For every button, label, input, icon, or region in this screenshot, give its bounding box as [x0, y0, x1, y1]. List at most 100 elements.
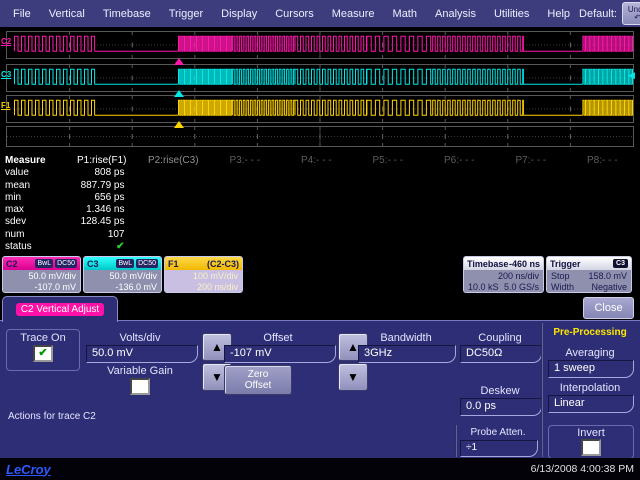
waveform-C2	[7, 32, 633, 58]
close-button[interactable]: Close	[583, 297, 634, 319]
averaging-label: Averaging	[546, 347, 634, 359]
trigger-time-marker-3[interactable]	[174, 121, 184, 128]
trigger-time-marker-2[interactable]	[174, 90, 184, 97]
measure-cell-p5-sdev	[352, 216, 424, 228]
tab-c2-vertical-adjust[interactable]: C2 Vertical Adjust	[2, 296, 118, 322]
f1-function: (C2-C3)	[207, 259, 239, 269]
measure-column-header-p8[interactable]: P8:- - -	[567, 155, 639, 167]
datetime-display: 6/13/2008 4:00:38 PM	[531, 463, 634, 475]
menu-bar: FileVerticalTimebaseTriggerDisplayCursor…	[0, 0, 640, 27]
measure-column-header-p6[interactable]: P6:- - -	[424, 155, 496, 167]
menu-item-help[interactable]: Help	[538, 8, 579, 20]
trace-label-f1: F1	[1, 101, 10, 110]
channel-descriptor-c3[interactable]: C3 BwL DC50 50.0 mV/div-136.0 mV	[83, 256, 162, 293]
measure-cell-p3-min	[209, 192, 281, 204]
oscilloscope-screen: FileVerticalTimebaseTriggerDisplayCursor…	[0, 0, 640, 480]
measure-cell-p5-status	[352, 241, 424, 253]
interpolation-field[interactable]: Linear	[548, 395, 634, 413]
menu-item-file[interactable]: File	[4, 8, 40, 20]
measure-cell-p4-mean	[281, 180, 353, 192]
measure-cell-p3-mean	[209, 180, 281, 192]
grid-strip-empty	[6, 126, 634, 147]
f1-id: F1	[168, 259, 179, 269]
offset-field[interactable]: -107 mV	[224, 345, 336, 363]
probe-atten-field[interactable]: ÷1	[460, 440, 538, 457]
measure-cell-p3-status	[209, 241, 281, 253]
measure-column-header-p5[interactable]: P5:- - -	[352, 155, 424, 167]
trigger-box[interactable]: Trigger C3 Stop158.0 mV WidthNegative	[546, 256, 632, 293]
c3-header: C3 BwL DC50	[84, 257, 161, 270]
measure-column-header-p1[interactable]: P1:rise(F1)	[66, 155, 138, 167]
coupling-label: Coupling	[458, 332, 542, 344]
menu-item-math[interactable]: Math	[384, 8, 426, 20]
menu-item-utilities[interactable]: Utilities	[485, 8, 538, 20]
preprocessing-title: Pre-Processing	[544, 327, 636, 338]
measure-row-label-status: status	[2, 241, 66, 253]
measure-cell-p1-mean: 887.79 ps	[66, 180, 138, 192]
variable-gain-checkbox[interactable]	[130, 378, 150, 395]
c3-bwl-badge: BwL	[116, 259, 134, 268]
measure-column-header-p4[interactable]: P4:- - -	[281, 155, 353, 167]
coupling-field[interactable]: DC50Ω	[460, 345, 542, 363]
undo-button[interactable]: Undo ↶	[622, 2, 640, 25]
menu-item-measure[interactable]: Measure	[323, 8, 384, 20]
measure-cell-p8-status	[567, 241, 639, 253]
trace-label-c3: C3	[1, 70, 11, 79]
measure-cell-p1-sdev: 128.45 ps	[66, 216, 138, 228]
measure-cell-p3-max	[209, 204, 281, 216]
measure-cell-p6-value	[424, 167, 496, 179]
c2-id: C2	[6, 259, 18, 269]
menu-item-analysis[interactable]: Analysis	[426, 8, 485, 20]
menu-item-timebase[interactable]: Timebase	[94, 8, 160, 20]
trace-label-c2: C2	[1, 37, 11, 46]
menu-item-vertical[interactable]: Vertical	[40, 8, 94, 20]
undo-icon: ↶	[634, 14, 640, 22]
measure-column-header-p3[interactable]: P3:- - -	[209, 155, 281, 167]
trace-on-checkbox[interactable]: ✔	[33, 345, 53, 362]
timebase-header: Timebase-460 ns	[464, 257, 543, 270]
measure-cell-p8-min	[567, 192, 639, 204]
measure-cell-p3-value	[209, 167, 281, 179]
offset-down-button[interactable]: ▼	[338, 363, 368, 391]
menu-item-trigger[interactable]: Trigger	[160, 8, 212, 20]
measure-cell-p2-num	[138, 229, 210, 241]
waveform-grid	[7, 127, 633, 146]
measure-row-label-min: min	[2, 192, 66, 204]
measure-cell-p2-status	[138, 241, 210, 253]
zero-offset-button[interactable]: ZeroOffset	[224, 365, 292, 395]
trace-descriptor-f1[interactable]: F1 (C2-C3) 100 mV/div200 ns/div	[164, 256, 243, 293]
menu-item-cursors[interactable]: Cursors	[266, 8, 323, 20]
f1-header: F1 (C2-C3)	[165, 257, 242, 270]
averaging-field[interactable]: 1 sweep	[548, 360, 634, 378]
measure-cell-p1-max: 1.346 ns	[66, 204, 138, 216]
measure-cell-p8-max	[567, 204, 639, 216]
measure-row-label-value: value	[2, 167, 66, 179]
waveform-F1	[7, 96, 633, 122]
measure-column-header-p2[interactable]: P2:rise(C3)	[138, 155, 210, 167]
menu-item-display[interactable]: Display	[212, 8, 266, 20]
measure-cell-p8-num	[567, 229, 639, 241]
measure-cell-p7-max	[495, 204, 567, 216]
timebase-box[interactable]: Timebase-460 ns 200 ns/div 10.0 kS5.0 GS…	[463, 256, 544, 293]
volts-div-field[interactable]: 50.0 mV	[86, 345, 198, 363]
measure-cell-p5-max	[352, 204, 424, 216]
interpolation-label: Interpolation	[546, 382, 634, 394]
channel-descriptor-c2[interactable]: C2 BwL DC50 50.0 mV/div-107.0 mV	[2, 256, 81, 293]
trigger-time-marker-1[interactable]	[174, 58, 184, 65]
grid-strip-c2	[6, 31, 634, 59]
deskew-field[interactable]: 0.0 ps	[460, 398, 542, 416]
channel-offset-arrow-icon[interactable]: ◀	[628, 70, 635, 81]
measure-cell-p4-sdev	[281, 216, 353, 228]
grid-strip-f1	[6, 95, 634, 123]
measure-table-title: Measure	[2, 155, 66, 167]
measure-cell-p2-min	[138, 192, 210, 204]
invert-checkbox[interactable]	[581, 439, 601, 456]
measure-column-header-p7[interactable]: P7:- - -	[495, 155, 567, 167]
default-label: Default:	[579, 8, 617, 20]
measure-row-label-mean: mean	[2, 180, 66, 192]
bandwidth-field[interactable]: 3GHz	[358, 345, 456, 363]
tab-label: C2 Vertical Adjust	[16, 303, 104, 316]
measure-cell-p2-sdev	[138, 216, 210, 228]
measure-cell-p2-max	[138, 204, 210, 216]
measure-cell-p5-num	[352, 229, 424, 241]
